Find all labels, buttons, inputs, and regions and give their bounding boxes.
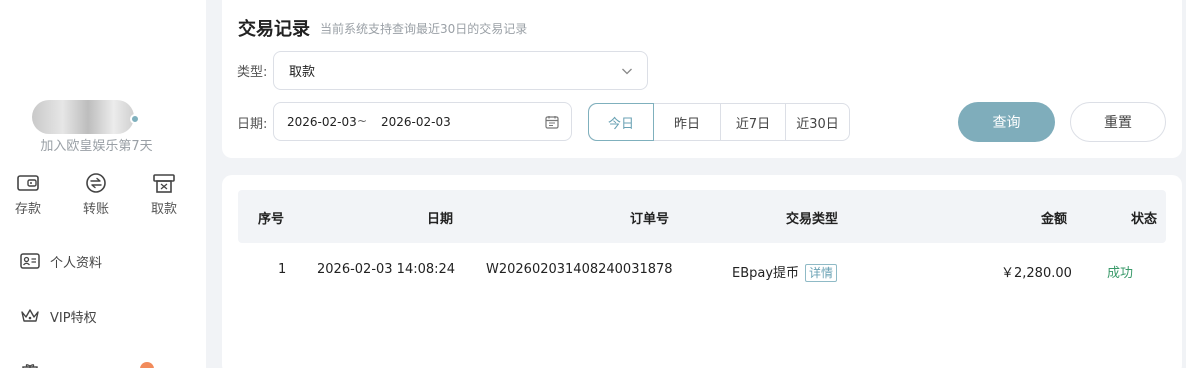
deposit-button[interactable]: 存款 <box>3 172 53 217</box>
type-select[interactable]: 取款 <box>273 51 648 90</box>
avatar[interactable] <box>32 100 142 134</box>
range-7days-button[interactable]: 近7日 <box>720 104 785 140</box>
type-select-value: 取款 <box>289 65 316 80</box>
wallet-icon <box>17 175 39 191</box>
id-card-icon <box>20 253 40 269</box>
gift-icon <box>22 364 38 368</box>
chevron-down-icon <box>622 68 632 75</box>
transfer-button[interactable]: 转账 <box>71 172 121 217</box>
withdraw-icon <box>153 174 175 193</box>
withdraw-label: 取款 <box>150 202 177 217</box>
row-amount: ￥2,280.00 <box>1001 266 1072 281</box>
vip-level-dot <box>130 114 140 124</box>
date-to[interactable]: 2026-02-03 <box>381 115 451 129</box>
sidebar-item-gift[interactable] <box>20 358 50 368</box>
transaction-table: 序号 日期 订单号 交易类型 金额 状态 1 2026-02-03 14:08:… <box>222 175 1182 368</box>
transfer-icon <box>86 173 106 193</box>
sidebar-item-profile[interactable]: 个人资料 <box>20 249 102 273</box>
sidebar: 加入欧皇娱乐第7天 存款 转账 取款 个人资料 VIP特权 <box>0 0 206 368</box>
row-type-text: EBpay提币 <box>732 266 800 281</box>
column-header-type: 交易类型 <box>786 212 839 227</box>
calendar-icon <box>545 116 559 129</box>
deposit-label: 存款 <box>14 202 41 217</box>
crown-icon <box>21 309 39 322</box>
type-label: 类型: <box>237 65 268 80</box>
quick-range-group: 今日 昨日 近7日 近30日 <box>588 103 850 141</box>
status-badge: 成功 <box>1107 266 1134 281</box>
sidebar-item-label: 个人资料 <box>50 255 103 271</box>
table-header: 序号 日期 订单号 交易类型 金额 状态 <box>238 190 1166 243</box>
date-label: 日期: <box>237 117 268 132</box>
date-from[interactable]: 2026-02-03 <box>287 115 357 129</box>
page-title: 交易记录 <box>238 19 310 40</box>
column-header-amount: 金额 <box>1041 212 1068 227</box>
filter-panel: 交易记录 当前系统支持查询最近30日的交易记录 类型: 取款 日期: 2026-… <box>222 0 1182 158</box>
row-type: EBpay提币 详情 <box>732 262 838 282</box>
detail-link[interactable]: 详情 <box>805 264 838 282</box>
column-header-date: 日期 <box>427 212 454 227</box>
join-days-text: 加入欧皇娱乐第7天 <box>40 139 153 154</box>
range-30days-button[interactable]: 近30日 <box>785 104 849 140</box>
row-date: 2026-02-03 14:08:24 <box>317 262 456 277</box>
reset-button[interactable]: 重置 <box>1070 102 1166 142</box>
query-button[interactable]: 查询 <box>958 102 1055 142</box>
row-index: 1 <box>278 262 287 277</box>
sidebar-item-label: VIP特权 <box>50 310 97 326</box>
column-header-order: 订单号 <box>630 212 670 227</box>
notification-badge <box>140 362 154 368</box>
date-separator: ~ <box>357 114 368 128</box>
sidebar-item-vip[interactable]: VIP特权 <box>20 304 97 328</box>
page-subtitle: 当前系统支持查询最近30日的交易记录 <box>320 22 528 36</box>
avatar-image <box>32 100 134 134</box>
transfer-label: 转账 <box>82 202 109 217</box>
range-today-button[interactable]: 今日 <box>589 104 653 140</box>
date-range-picker[interactable]: 2026-02-03 ~ 2026-02-03 <box>273 102 572 141</box>
range-yesterday-button[interactable]: 昨日 <box>653 104 720 140</box>
column-header-status: 状态 <box>1131 212 1158 227</box>
withdraw-button[interactable]: 取款 <box>139 172 189 217</box>
row-order-no: W202602031408240031878 <box>486 262 673 277</box>
column-header-index: 序号 <box>258 212 285 227</box>
